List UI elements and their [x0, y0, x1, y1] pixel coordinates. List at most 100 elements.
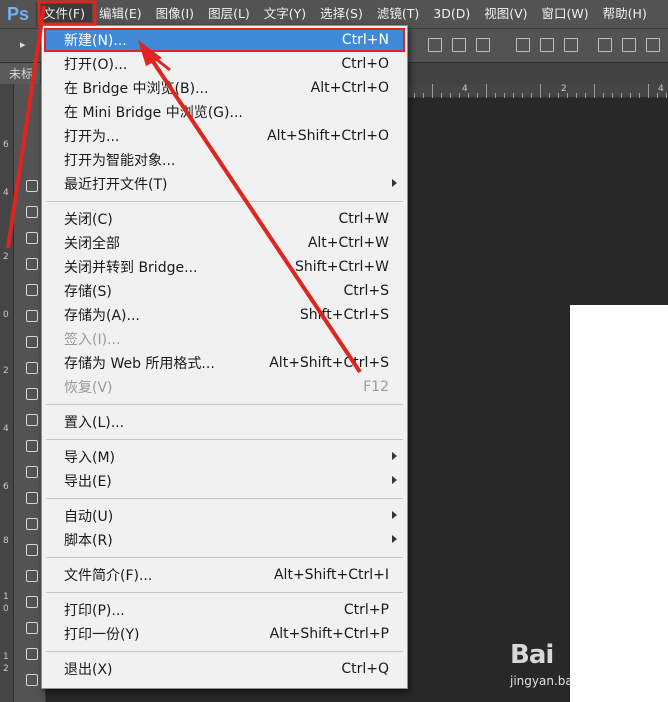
vertical-ruler: 642024681012	[0, 84, 14, 702]
healing-brush-tool-icon[interactable]	[26, 336, 38, 348]
menubar-item[interactable]: 文字(Y)	[257, 2, 313, 26]
menu-item-label: 打印(P)...	[64, 603, 125, 619]
submenu-arrow-icon	[392, 535, 397, 543]
move-tool-icon[interactable]	[26, 180, 38, 192]
distribute-bottom-icon[interactable]	[564, 38, 578, 52]
menu-item-label: 退出(X)	[64, 662, 113, 678]
file-menu-item[interactable]: 关闭(C) Ctrl+W	[44, 207, 405, 231]
menubar-item[interactable]: 图层(L)	[201, 2, 257, 26]
watermark-logo: Bai	[510, 640, 554, 670]
brush-tool-icon[interactable]	[26, 362, 38, 374]
submenu-arrow-icon	[392, 511, 397, 519]
menu-separator	[46, 439, 403, 440]
ruler-number: 2	[561, 84, 567, 94]
menubar-item[interactable]: 窗口(W)	[535, 2, 596, 26]
ruler-tick	[495, 93, 496, 98]
ruler-tick	[504, 93, 505, 98]
watermark-cn: 经验	[602, 648, 638, 669]
crop-tool-icon[interactable]	[26, 284, 38, 296]
menu-item-label: 自动(U)	[64, 509, 114, 525]
menu-item-label: 导出(E)	[64, 474, 112, 490]
ruler-tick	[603, 93, 604, 98]
file-menu-item[interactable]: 打印一份(Y) Alt+Shift+Ctrl+P	[44, 622, 405, 646]
menu-item-label: 导入(M)	[64, 450, 116, 466]
hand-tool-icon[interactable]	[26, 648, 38, 660]
menubar-item[interactable]: 选择(S)	[313, 2, 370, 26]
file-menu-item[interactable]: 打印(P)... Ctrl+P	[44, 598, 405, 622]
zoom-tool-icon[interactable]	[26, 674, 38, 686]
ruler-tick	[594, 84, 595, 98]
file-menu-item[interactable]: 退出(X) Ctrl+Q	[44, 657, 405, 681]
history-brush-tool-icon[interactable]	[26, 414, 38, 426]
file-menu-item[interactable]: 存储(S) Ctrl+S	[44, 279, 405, 303]
path-select-tool-icon[interactable]	[26, 596, 38, 608]
file-menu-item[interactable]: 打开(O)... Ctrl+O	[44, 52, 405, 76]
ruler-tick	[531, 93, 532, 98]
ruler-number: 4	[462, 84, 468, 94]
file-menu-item[interactable]: 最近打开文件(T)	[44, 172, 405, 196]
ruler-tick	[450, 93, 451, 98]
menu-item-shortcut: Shift+Ctrl+S	[299, 307, 389, 323]
file-menu-item[interactable]: 文件简介(F)... Alt+Shift+Ctrl+I	[44, 563, 405, 587]
shape-tool-icon[interactable]	[26, 622, 38, 634]
marquee-tool-icon[interactable]	[26, 206, 38, 218]
menu-item-label: 打开为智能对象...	[64, 153, 176, 169]
menu-item-shortcut: Ctrl+N	[341, 32, 389, 48]
align-bottom-icon[interactable]	[476, 38, 490, 52]
align-top-icon[interactable]	[428, 38, 442, 52]
file-menu-item[interactable]: 打开为... Alt+Shift+Ctrl+O	[44, 124, 405, 148]
file-menu-item[interactable]: 导出(E)	[44, 469, 405, 493]
menubar-item[interactable]: 编辑(E)	[92, 2, 149, 26]
document-tab[interactable]: 未标	[0, 63, 40, 85]
file-menu-item[interactable]: 存储为(A)... Shift+Ctrl+S	[44, 303, 405, 327]
stamp-tool-icon[interactable]	[26, 388, 38, 400]
lasso-tool-icon[interactable]	[26, 232, 38, 244]
file-menu-item[interactable]: 关闭并转到 Bridge... Shift+Ctrl+W	[44, 255, 405, 279]
menu-item-label: 打开(O)...	[64, 57, 128, 73]
file-menu-item[interactable]: 存储为 Web 所用格式... Alt+Shift+Ctrl+S	[44, 351, 405, 375]
file-menu-item[interactable]: 在 Bridge 中浏览(B)... Alt+Ctrl+O	[44, 76, 405, 100]
menubar-item[interactable]: 文件(F)	[36, 2, 92, 26]
menu-item-label: 在 Mini Bridge 中浏览(G)...	[64, 105, 243, 121]
file-menu-item[interactable]: 导入(M)	[44, 445, 405, 469]
file-menu-item[interactable]: 在 Mini Bridge 中浏览(G)...	[44, 100, 405, 124]
menubar-item[interactable]: 滤镜(T)	[370, 2, 426, 26]
distribute-top-icon[interactable]	[516, 38, 530, 52]
file-menu-dropdown: 新建(N)... Ctrl+N 打开(O)... Ctrl+O 在 Bridge 中浏览…	[41, 25, 408, 689]
menubar-item[interactable]: 视图(V)	[477, 2, 534, 26]
pen-tool-icon[interactable]	[26, 544, 38, 556]
file-menu-item[interactable]: 脚本(R)	[44, 528, 405, 552]
gradient-tool-icon[interactable]	[26, 466, 38, 478]
eraser-tool-icon[interactable]	[26, 440, 38, 452]
menubar-item[interactable]: 3D(D)	[426, 2, 477, 26]
ruler-number: 1	[3, 652, 9, 662]
file-menu-item[interactable]: 置入(L)...	[44, 410, 405, 434]
distribute-vcenter-icon[interactable]	[540, 38, 554, 52]
ruler-number: 4	[658, 84, 664, 94]
menu-item-shortcut: Alt+Ctrl+W	[307, 235, 389, 251]
file-menu-item[interactable]: 自动(U)	[44, 504, 405, 528]
dodge-tool-icon[interactable]	[26, 518, 38, 530]
distribute-hcenter-icon[interactable]	[622, 38, 636, 52]
ruler-tick	[576, 93, 577, 98]
ruler-number: 0	[3, 310, 9, 320]
ruler-tick	[666, 93, 667, 98]
file-menu-item[interactable]: 打开为智能对象...	[44, 148, 405, 172]
type-tool-icon[interactable]	[26, 570, 38, 582]
distribute-left-icon[interactable]	[598, 38, 612, 52]
file-menu-item[interactable]: 关闭全部 Alt+Ctrl+W	[44, 231, 405, 255]
eyedropper-tool-icon[interactable]	[26, 310, 38, 322]
distribute-right-icon[interactable]	[646, 38, 660, 52]
ruler-tick	[432, 84, 433, 98]
move-tool-icon[interactable]: ▸	[20, 38, 34, 52]
ruler-tick	[522, 93, 523, 98]
menu-item-label: 新建(N)...	[64, 33, 127, 49]
menubar-item[interactable]: 图像(I)	[149, 2, 201, 26]
quick-select-tool-icon[interactable]	[26, 258, 38, 270]
blur-tool-icon[interactable]	[26, 492, 38, 504]
menubar-item[interactable]: 帮助(H)	[596, 2, 654, 26]
submenu-arrow-icon	[392, 476, 397, 484]
align-vcenter-icon[interactable]	[452, 38, 466, 52]
menu-item-label: 签入(I)...	[64, 332, 121, 348]
file-menu-item[interactable]: 新建(N)... Ctrl+N	[44, 28, 405, 52]
